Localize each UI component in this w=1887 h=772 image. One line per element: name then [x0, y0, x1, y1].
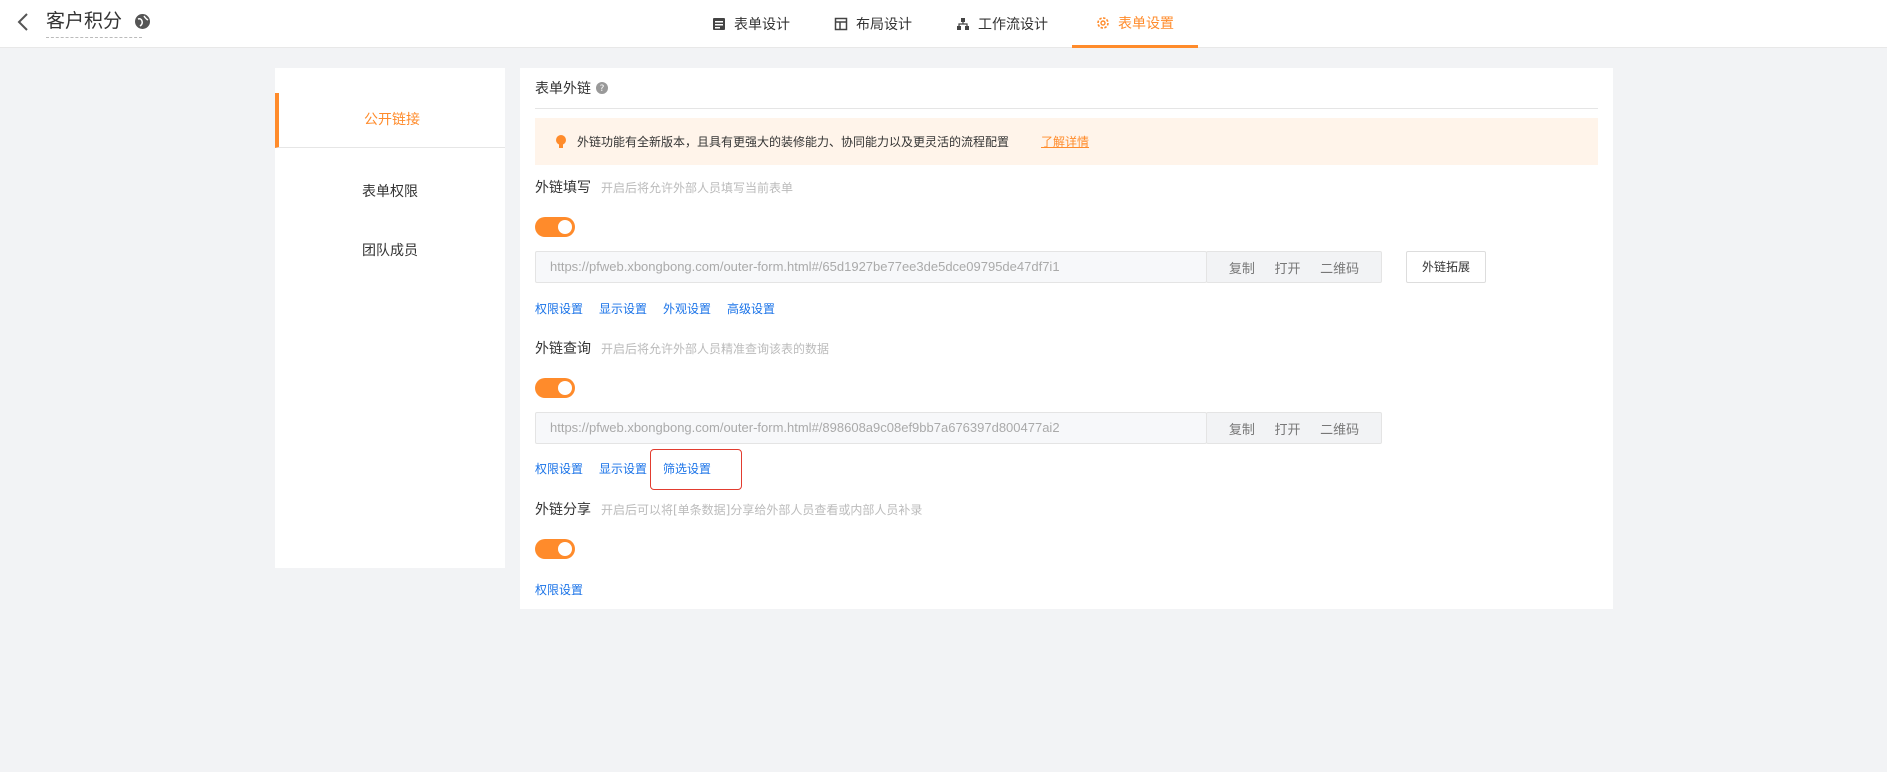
qrcode-button[interactable]: 二维码	[1320, 419, 1359, 438]
form-icon	[713, 18, 725, 30]
section-title: 外链分享 开启后可以将[单条数据]分享给外部人员查看或内部人员补录	[535, 499, 922, 519]
back-arrow-icon[interactable]	[12, 10, 36, 34]
top-header: 客户积分 表单设计 布局设计 工作流设计 表单设置	[0, 0, 1887, 48]
lightbulb-icon	[556, 134, 566, 148]
header-tabs: 表单设计 布局设计 工作流设计 表单设置	[700, 0, 1218, 48]
title-divider	[535, 108, 1598, 109]
link-extension-button[interactable]: 外链拓展	[1406, 251, 1486, 283]
query-link-url-input[interactable]: https://pfweb.xbongbong.com/outer-form.h…	[535, 412, 1207, 444]
appearance-settings-link[interactable]: 外观设置	[663, 300, 711, 317]
section-description: 开启后可以将[单条数据]分享给外部人员查看或内部人员补录	[601, 503, 923, 517]
section-title-text: 外链分享	[535, 502, 591, 518]
section-title: 外链填写 开启后将允许外部人员填写当前表单	[535, 177, 793, 197]
tab-layout-design[interactable]: 布局设计	[822, 0, 924, 48]
tab-label: 表单设计	[734, 17, 790, 33]
fill-link-url-input[interactable]: https://pfweb.xbongbong.com/outer-form.h…	[535, 251, 1207, 283]
page-title-text: 表单外链	[535, 81, 591, 97]
permission-settings-link[interactable]: 权限设置	[535, 300, 583, 317]
advanced-settings-link[interactable]: 高级设置	[727, 300, 775, 317]
app-title[interactable]: 客户积分	[46, 8, 143, 38]
svg-text:?: ?	[600, 84, 605, 94]
section-title-text: 外链填写	[535, 180, 591, 196]
query-link-toggle[interactable]	[535, 378, 575, 398]
section-title-text: 外链查询	[535, 341, 591, 357]
qrcode-button[interactable]: 二维码	[1320, 258, 1359, 277]
display-settings-link[interactable]: 显示设置	[599, 300, 647, 317]
url-actions: 复制 打开 二维码	[1206, 412, 1382, 444]
section-description: 开启后将允许外部人员精准查询该表的数据	[601, 342, 830, 356]
notice-banner: 外链功能有全新版本，且具有更强大的装修能力、协同能力以及更灵活的流程配置 了解详…	[535, 118, 1598, 165]
sidebar-item-form-permissions[interactable]: 表单权限	[275, 181, 505, 201]
tab-label: 工作流设计	[978, 17, 1048, 33]
display-settings-link[interactable]: 显示设置	[599, 460, 647, 477]
sidebar-item-team-members[interactable]: 团队成员	[275, 240, 505, 260]
tab-label: 表单设置	[1118, 15, 1174, 32]
section-links: 权限设置	[535, 581, 599, 598]
fill-link-toggle[interactable]	[535, 217, 575, 237]
tab-form-design[interactable]: 表单设计	[700, 0, 802, 48]
page-title: 表单外链 ?	[535, 78, 608, 98]
help-icon[interactable]: ?	[596, 82, 608, 94]
section-links: 权限设置 显示设置 外观设置 高级设置	[535, 300, 791, 317]
open-button[interactable]: 打开	[1274, 419, 1300, 438]
tab-label: 布局设计	[856, 17, 912, 33]
share-link-toggle[interactable]	[535, 539, 575, 559]
gear-icon	[1097, 16, 1109, 29]
highlight-box	[650, 449, 742, 490]
tab-form-settings[interactable]: 表单设置	[1072, 0, 1198, 48]
sidebar-item-public-link[interactable]: 公开链接	[275, 93, 505, 148]
tab-workflow-design[interactable]: 工作流设计	[944, 0, 1060, 48]
permission-settings-link[interactable]: 权限设置	[535, 581, 583, 598]
url-actions: 复制 打开 二维码	[1206, 251, 1382, 283]
copy-button[interactable]: 复制	[1229, 419, 1255, 438]
learn-more-link[interactable]: 了解详情	[1041, 133, 1089, 150]
settings-sidebar: 公开链接 表单权限 团队成员	[275, 68, 505, 568]
permission-settings-link[interactable]: 权限设置	[535, 460, 583, 477]
workflow-icon	[957, 18, 969, 30]
section-title: 外链查询 开启后将允许外部人员精准查询该表的数据	[535, 338, 829, 358]
main-panel: 表单外链 ? 外链功能有全新版本，且具有更强大的装修能力、协同能力以及更灵活的流…	[520, 68, 1613, 609]
copy-button[interactable]: 复制	[1229, 258, 1255, 277]
open-button[interactable]: 打开	[1274, 258, 1300, 277]
globe-icon[interactable]	[134, 13, 151, 30]
section-description: 开启后将允许外部人员填写当前表单	[601, 181, 794, 195]
layout-icon	[834, 17, 848, 31]
notice-text: 外链功能有全新版本，且具有更强大的装修能力、协同能力以及更灵活的流程配置	[577, 135, 1010, 149]
